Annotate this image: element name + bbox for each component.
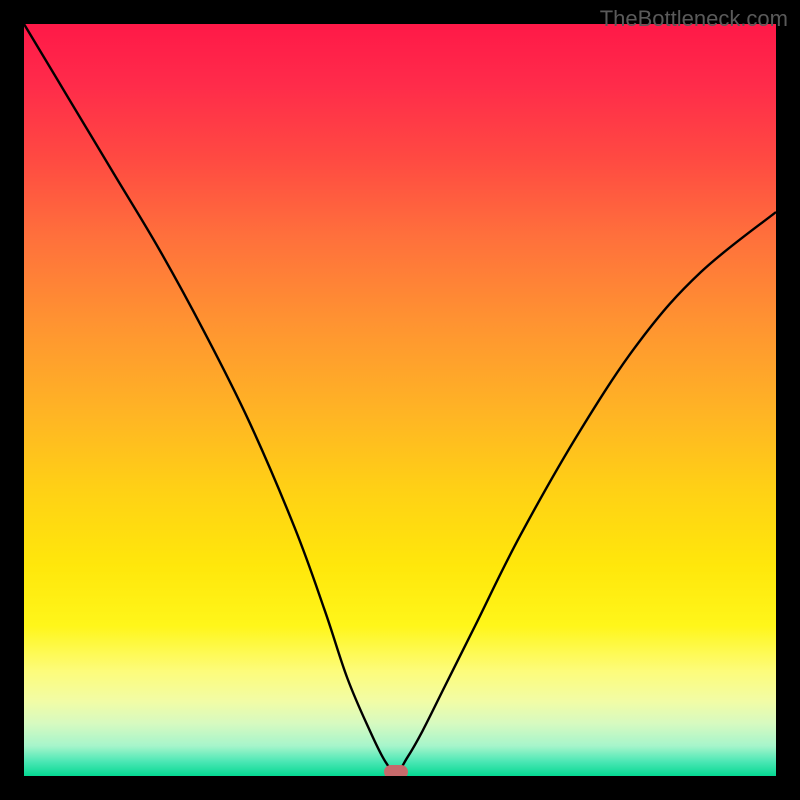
bottleneck-curve [24, 24, 776, 772]
curve-svg [24, 24, 776, 776]
plot-area [24, 24, 776, 776]
watermark-text: TheBottleneck.com [600, 6, 788, 32]
optimal-point-marker [384, 765, 408, 776]
